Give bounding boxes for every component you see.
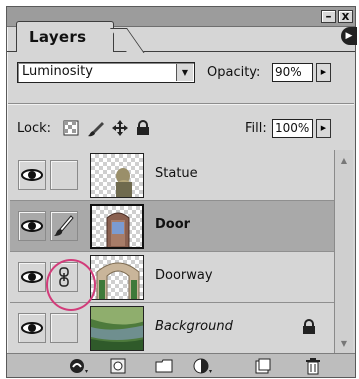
brush-lock-icon[interactable]: [87, 120, 105, 142]
layer-list-scrollbar[interactable]: ▲ ▼: [334, 150, 353, 355]
layer-list: Statue Door Doorway Background: [10, 150, 334, 355]
highlight-circle: [46, 259, 96, 311]
layer-row-statue[interactable]: Statue: [10, 150, 334, 201]
panel-menu-button[interactable]: ▶: [341, 27, 357, 45]
layer-thumbnail: [90, 306, 144, 351]
layer-thumbnail: [90, 204, 144, 249]
eye-icon: [21, 271, 43, 283]
layer-thumbnail: [90, 153, 144, 198]
layer-thumbnail: [90, 255, 144, 300]
blend-mode-select[interactable]: Luminosity ▼: [17, 62, 195, 83]
padlock-icon[interactable]: [135, 120, 151, 140]
add-mask-icon[interactable]: [110, 358, 126, 378]
trash-icon[interactable]: [305, 358, 321, 379]
layer-name: Door: [155, 217, 191, 232]
layer-state-cell[interactable]: [50, 160, 78, 190]
layer-name: Statue: [155, 166, 198, 181]
scroll-down-icon[interactable]: ▼: [337, 337, 351, 351]
minimize-button[interactable]: –: [321, 10, 336, 23]
opacity-label: Opacity:: [207, 65, 261, 80]
layers-panel: – x Layers ▶ Luminosity ▼ Opacity: 90% ▶…: [6, 6, 357, 378]
tab-layers-label: Layers: [29, 28, 87, 46]
layers-bottom-bar: [7, 353, 355, 377]
eye-icon: [21, 220, 43, 232]
layer-row-background[interactable]: Background: [10, 303, 334, 354]
new-group-icon[interactable]: [155, 358, 173, 378]
eye-icon: [21, 322, 43, 334]
controls-separator: [8, 103, 354, 104]
padlock-icon: [302, 319, 316, 339]
lock-label: Lock:: [17, 121, 52, 136]
adjustment-layer-icon[interactable]: [193, 358, 215, 378]
visibility-toggle[interactable]: [18, 262, 46, 292]
opacity-field[interactable]: 90%: [272, 63, 313, 82]
fill-slider-arrow-icon[interactable]: ▶: [316, 119, 331, 138]
layer-state-cell[interactable]: [50, 313, 78, 343]
transparent-pixels-lock-icon[interactable]: [63, 120, 79, 140]
layer-row-door[interactable]: Door: [10, 201, 334, 252]
visibility-toggle[interactable]: [18, 211, 46, 241]
visibility-toggle[interactable]: [18, 160, 46, 190]
new-layer-icon[interactable]: [255, 358, 271, 378]
opacity-slider-arrow-icon[interactable]: ▶: [316, 63, 331, 82]
layer-state-cell[interactable]: [50, 211, 78, 241]
eye-icon: [21, 169, 43, 181]
layer-style-icon[interactable]: [69, 358, 91, 378]
blend-mode-value: Luminosity: [22, 64, 93, 79]
move-lock-icon[interactable]: [111, 119, 129, 141]
fill-field[interactable]: 100%: [272, 119, 313, 138]
scroll-up-icon[interactable]: ▲: [337, 154, 351, 168]
layer-name: Background: [155, 319, 233, 334]
brush-icon: [54, 215, 74, 236]
fill-label: Fill:: [245, 121, 267, 136]
layer-name: Doorway: [155, 268, 213, 283]
chevron-down-icon[interactable]: ▼: [176, 64, 193, 81]
visibility-toggle[interactable]: [18, 313, 46, 343]
close-button[interactable]: x: [338, 10, 353, 23]
